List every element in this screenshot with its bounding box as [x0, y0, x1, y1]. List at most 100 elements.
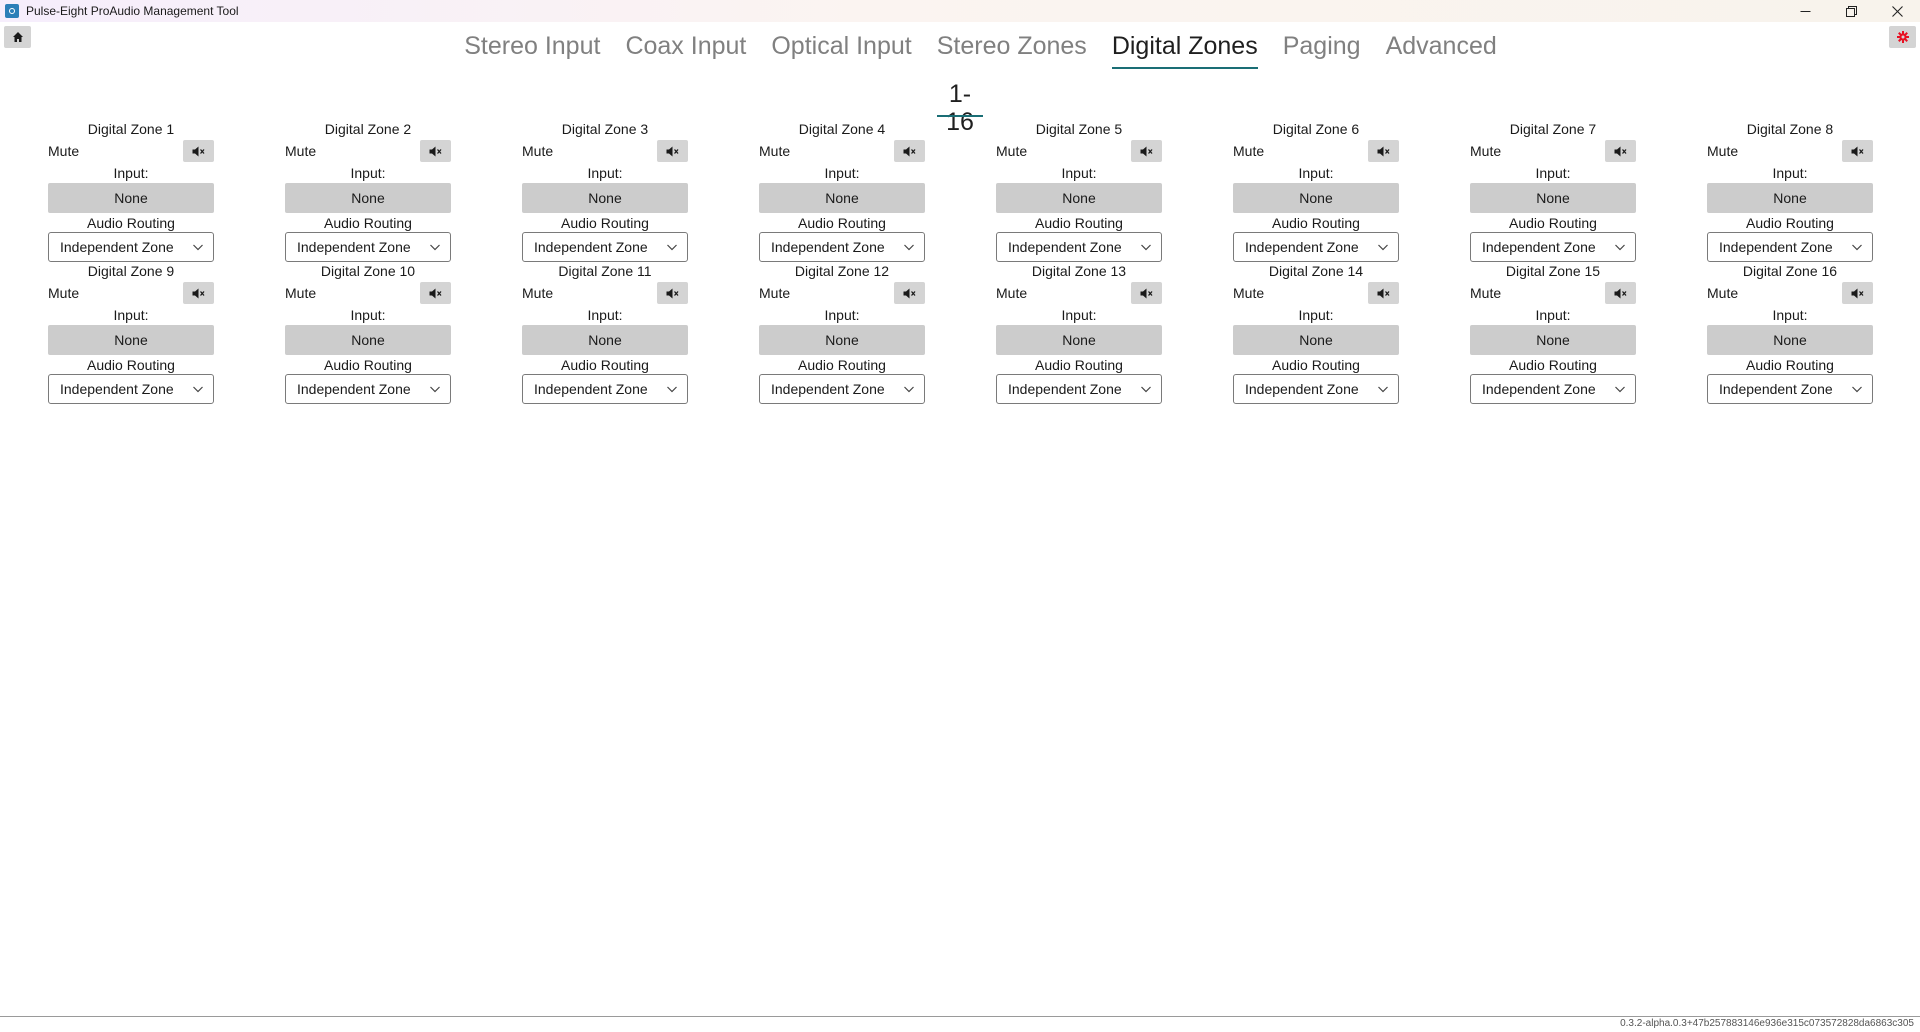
mute-button[interactable]	[1368, 282, 1399, 304]
input-select-button[interactable]: None	[1470, 183, 1636, 213]
audio-routing-dropdown[interactable]: Independent Zone	[996, 232, 1162, 262]
chevron-down-icon	[904, 244, 914, 251]
input-select-button[interactable]: None	[996, 325, 1162, 355]
speaker-mute-icon	[903, 288, 916, 298]
input-select-button[interactable]: None	[1233, 325, 1399, 355]
audio-routing-label: Audio Routing	[798, 357, 886, 373]
audio-routing-dropdown[interactable]: Independent Zone	[1707, 232, 1873, 262]
zone-card: Digital Zone 11 Mute Input: None Audio Routi…	[522, 262, 688, 404]
mute-button[interactable]	[1131, 282, 1162, 304]
audio-routing-label: Audio Routing	[1509, 357, 1597, 373]
audio-routing-dropdown[interactable]: Independent Zone	[522, 232, 688, 262]
mute-button[interactable]	[1605, 140, 1636, 162]
input-select-button[interactable]: None	[48, 183, 214, 213]
tab-stereo-zones[interactable]: Stereo Zones	[925, 30, 1099, 70]
zone-title: Digital Zone 3	[561, 121, 649, 137]
mute-label: Mute	[759, 143, 791, 159]
input-label: Input:	[113, 307, 149, 323]
audio-routing-label: Audio Routing	[1272, 215, 1360, 231]
audio-routing-dropdown[interactable]: Independent Zone	[48, 232, 214, 262]
input-label: Input:	[1535, 165, 1571, 181]
zone-card: Digital Zone 12 Mute Input: None Audio Routi…	[759, 262, 925, 404]
mute-button[interactable]	[894, 140, 925, 162]
input-label: Input:	[1061, 307, 1097, 323]
speaker-mute-icon	[1614, 146, 1627, 156]
tab-coax-input[interactable]: Coax Input	[613, 30, 758, 70]
mute-button[interactable]	[1605, 282, 1636, 304]
input-select-button[interactable]: None	[522, 183, 688, 213]
zone-card: Digital Zone 10 Mute Input: None Audio Routi…	[285, 262, 451, 404]
audio-routing-value: Independent Zone	[1245, 381, 1359, 397]
mute-label: Mute	[522, 285, 554, 301]
input-select-button[interactable]: None	[48, 325, 214, 355]
chevron-down-icon	[430, 244, 440, 251]
mute-button[interactable]	[657, 140, 688, 162]
mute-button[interactable]	[183, 140, 214, 162]
input-select-button[interactable]: None	[285, 325, 451, 355]
mute-label: Mute	[1707, 143, 1739, 159]
mute-button[interactable]	[1368, 140, 1399, 162]
tab-stereo-input[interactable]: Stereo Input	[452, 30, 612, 70]
chevron-down-icon	[667, 244, 677, 251]
input-label: Input:	[113, 165, 149, 181]
audio-routing-dropdown[interactable]: Independent Zone	[285, 232, 451, 262]
audio-routing-value: Independent Zone	[1719, 381, 1833, 397]
chevron-down-icon	[1852, 244, 1862, 251]
audio-routing-value: Independent Zone	[297, 239, 411, 255]
footer-divider	[0, 1016, 1920, 1017]
zone-card: Digital Zone 2 Mute Input: None Audio Routin…	[285, 120, 451, 262]
speaker-mute-icon	[666, 288, 679, 298]
audio-routing-dropdown[interactable]: Independent Zone	[1233, 374, 1399, 404]
mute-button[interactable]	[183, 282, 214, 304]
tab-advanced[interactable]: Advanced	[1374, 30, 1509, 70]
close-button[interactable]	[1874, 0, 1920, 22]
input-select-button[interactable]: None	[1470, 325, 1636, 355]
mute-button[interactable]	[1842, 140, 1873, 162]
zone-card: Digital Zone 8 Mute Input: None Audio Routin…	[1707, 120, 1873, 262]
mute-button[interactable]	[894, 282, 925, 304]
mute-button[interactable]	[657, 282, 688, 304]
tab-digital-zones[interactable]: Digital Zones	[1100, 30, 1270, 70]
input-select-button[interactable]: None	[1233, 183, 1399, 213]
audio-routing-value: Independent Zone	[771, 239, 885, 255]
audio-routing-dropdown[interactable]: Independent Zone	[1470, 232, 1636, 262]
audio-routing-dropdown[interactable]: Independent Zone	[759, 232, 925, 262]
chevron-down-icon	[193, 386, 203, 393]
input-select-button[interactable]: None	[1707, 325, 1873, 355]
audio-routing-dropdown[interactable]: Independent Zone	[522, 374, 688, 404]
input-label: Input:	[350, 165, 386, 181]
audio-routing-dropdown[interactable]: Independent Zone	[1470, 374, 1636, 404]
input-select-button[interactable]: None	[285, 183, 451, 213]
mute-button[interactable]	[420, 282, 451, 304]
mute-button[interactable]	[1131, 140, 1162, 162]
audio-routing-value: Independent Zone	[1482, 239, 1596, 255]
input-select-button[interactable]: None	[759, 183, 925, 213]
mute-button[interactable]	[1842, 282, 1873, 304]
restore-button[interactable]	[1828, 0, 1874, 22]
input-select-button[interactable]: None	[1707, 183, 1873, 213]
minimize-button[interactable]	[1782, 0, 1828, 22]
tab-paging[interactable]: Paging	[1271, 30, 1373, 70]
audio-routing-dropdown[interactable]: Independent Zone	[996, 374, 1162, 404]
audio-routing-dropdown[interactable]: Independent Zone	[759, 374, 925, 404]
input-label: Input:	[1772, 165, 1808, 181]
audio-routing-dropdown[interactable]: Independent Zone	[285, 374, 451, 404]
subtab-range[interactable]: 1-16	[935, 80, 985, 136]
audio-routing-dropdown[interactable]: Independent Zone	[48, 374, 214, 404]
audio-routing-label: Audio Routing	[561, 215, 649, 231]
mute-label: Mute	[48, 285, 80, 301]
audio-routing-value: Independent Zone	[1245, 239, 1359, 255]
input-label: Input:	[587, 307, 623, 323]
audio-routing-dropdown[interactable]: Independent Zone	[1707, 374, 1873, 404]
input-label: Input:	[824, 307, 860, 323]
tab-optical-input[interactable]: Optical Input	[759, 30, 923, 70]
zone-title: Digital Zone 10	[320, 263, 416, 279]
audio-routing-dropdown[interactable]: Independent Zone	[1233, 232, 1399, 262]
zone-title: Digital Zone 14	[1268, 263, 1364, 279]
speaker-mute-icon	[1140, 288, 1153, 298]
speaker-mute-icon	[192, 288, 205, 298]
input-select-button[interactable]: None	[996, 183, 1162, 213]
input-select-button[interactable]: None	[522, 325, 688, 355]
mute-button[interactable]	[420, 140, 451, 162]
input-select-button[interactable]: None	[759, 325, 925, 355]
